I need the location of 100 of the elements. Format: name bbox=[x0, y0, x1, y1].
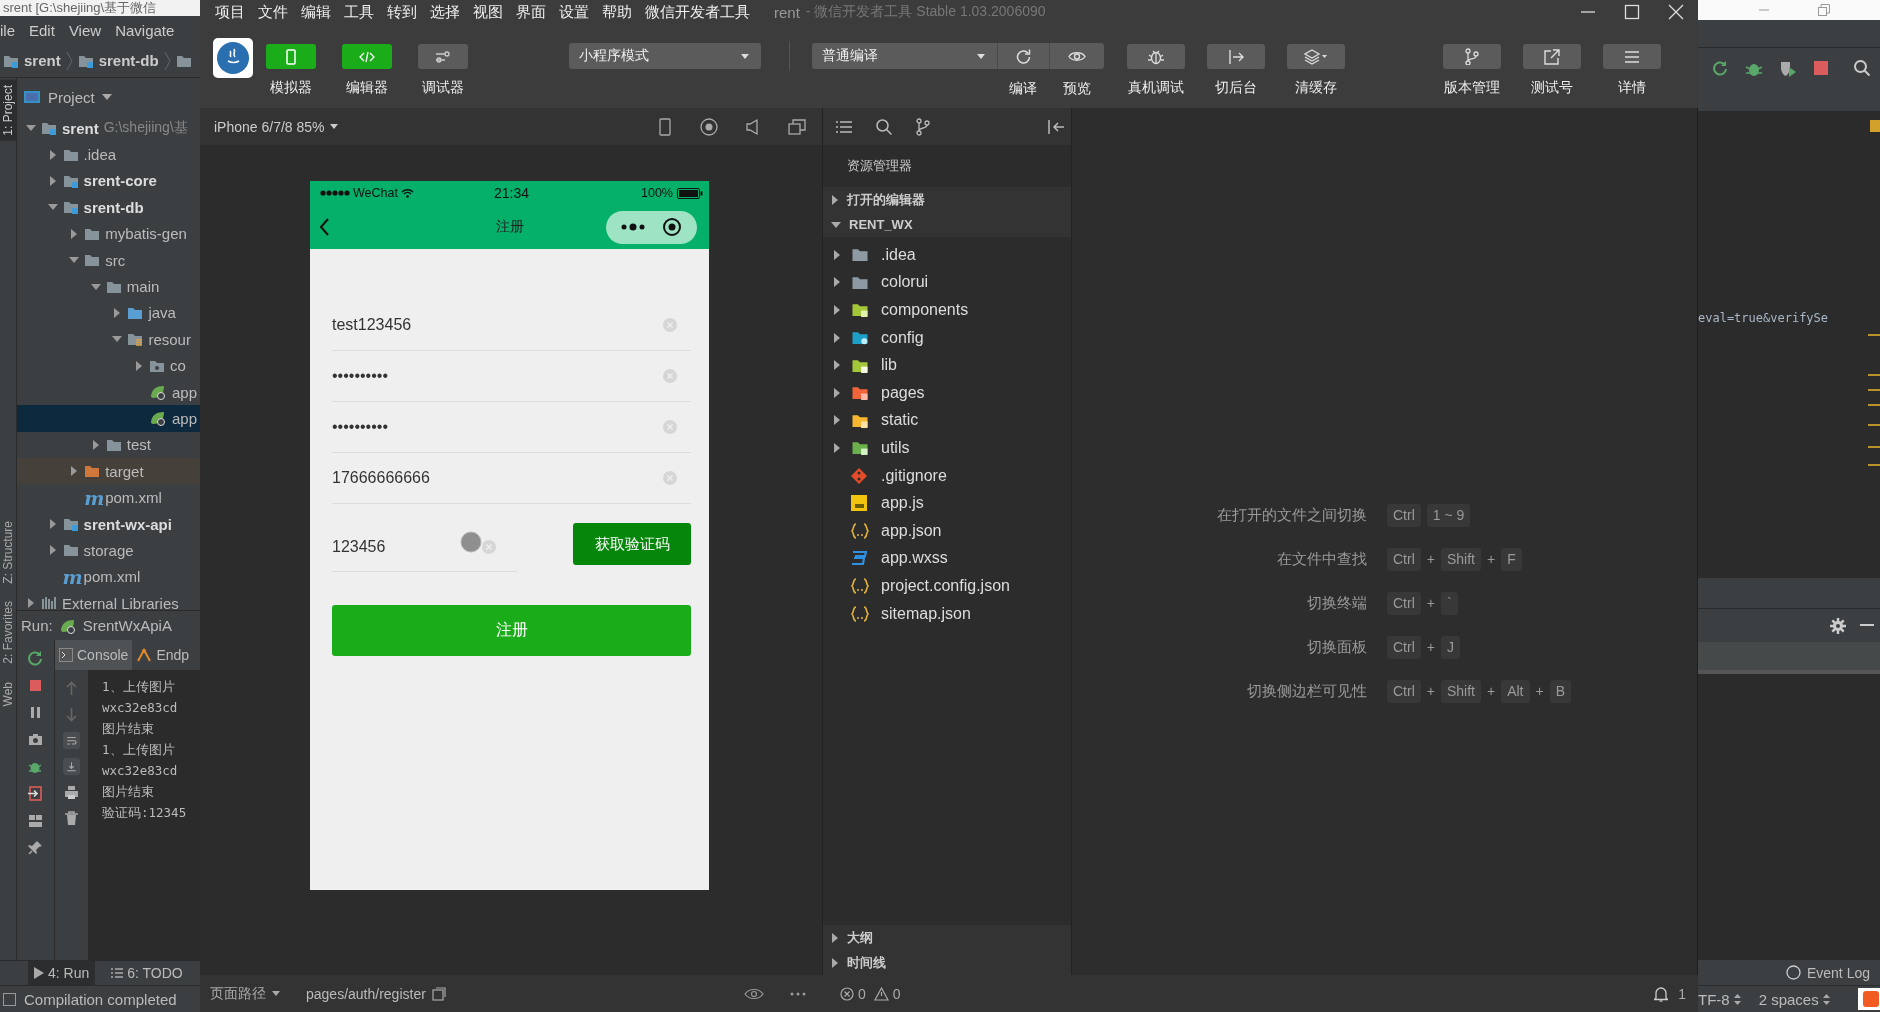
file-item[interactable]: static bbox=[881, 411, 919, 430]
file-item[interactable]: utils bbox=[881, 438, 910, 457]
menu-item[interactable]: 微信开发者工具 bbox=[645, 2, 750, 22]
file-item[interactable]: .idea bbox=[881, 245, 916, 264]
collapse-panel-icon[interactable] bbox=[1047, 118, 1065, 135]
tree-row[interactable]: main bbox=[17, 273, 200, 300]
tree-arrow-icon[interactable] bbox=[27, 598, 35, 609]
record-icon[interactable] bbox=[700, 117, 718, 136]
file-item[interactable]: sitemap.json bbox=[881, 604, 971, 623]
phone-icon[interactable] bbox=[656, 117, 674, 136]
rerun-icon[interactable] bbox=[27, 650, 44, 667]
tree-arrow-icon[interactable] bbox=[48, 149, 57, 160]
camera-icon[interactable] bbox=[27, 731, 44, 748]
section-header[interactable]: 大纲 bbox=[823, 925, 1071, 950]
tree-row[interactable]: srent-wx-api bbox=[17, 510, 200, 538]
back-icon[interactable] bbox=[320, 218, 330, 236]
side-tab[interactable]: Web bbox=[0, 677, 16, 712]
tree-row[interactable]: app bbox=[17, 405, 200, 432]
tree-arrow-icon[interactable] bbox=[833, 415, 841, 426]
soft-wrap-icon[interactable] bbox=[63, 732, 80, 749]
tree-arrow-icon[interactable] bbox=[91, 439, 100, 450]
tree-row[interactable]: .idea bbox=[17, 141, 200, 168]
tree-arrow-icon[interactable] bbox=[833, 387, 841, 398]
minimize-icon[interactable] bbox=[1860, 624, 1874, 627]
section-header[interactable]: 时间线 bbox=[823, 950, 1071, 975]
tree-arrow-icon[interactable] bbox=[831, 932, 839, 943]
event-log-button[interactable]: Event Log bbox=[1806, 964, 1870, 981]
menu-item[interactable]: View bbox=[68, 21, 102, 39]
toolbar-button[interactable] bbox=[1049, 43, 1104, 69]
close-icon[interactable] bbox=[1668, 4, 1684, 20]
tree-arrow-icon[interactable] bbox=[69, 256, 80, 265]
search-icon[interactable] bbox=[1853, 59, 1871, 77]
side-tab[interactable]: 1: Project bbox=[0, 80, 16, 141]
side-tab[interactable]: 2: Favorites bbox=[0, 596, 16, 670]
tree-arrow-icon[interactable] bbox=[833, 360, 841, 371]
menu-item[interactable]: Navigate bbox=[115, 21, 175, 39]
menu-item[interactable]: 工具 bbox=[344, 2, 374, 22]
menu-item[interactable]: 项目 bbox=[215, 2, 245, 22]
file-item[interactable]: components bbox=[881, 301, 969, 319]
tree-arrow-icon[interactable] bbox=[135, 360, 143, 371]
tree-row[interactable]: src bbox=[17, 246, 200, 274]
file-item[interactable]: app.js bbox=[881, 494, 924, 513]
get-code-button[interactable]: 获取验证码 bbox=[573, 523, 691, 565]
input-field[interactable]: •••••••••• bbox=[332, 402, 691, 453]
bell-icon[interactable] bbox=[1654, 985, 1669, 1002]
menu-item[interactable]: ile bbox=[0, 21, 15, 39]
menu-item[interactable]: Edit bbox=[29, 21, 55, 39]
section-header[interactable]: RENT_WX bbox=[823, 212, 1071, 237]
restore-icon[interactable] bbox=[1818, 4, 1830, 16]
tool-window-tab[interactable]: 6: TODO bbox=[105, 960, 189, 986]
tree-row[interactable]: resour bbox=[17, 326, 200, 353]
toolbar-button[interactable] bbox=[1603, 44, 1661, 69]
tree-arrow-icon[interactable] bbox=[48, 175, 57, 186]
indent-selector[interactable]: 2 spaces bbox=[1758, 990, 1819, 1008]
device-selector[interactable]: iPhone 6/7/8 85% bbox=[214, 118, 338, 135]
file-item[interactable]: config bbox=[881, 328, 924, 347]
tree-arrow-icon[interactable] bbox=[833, 305, 841, 315]
tree-row[interactable]: storage bbox=[17, 537, 200, 564]
menu-item[interactable]: 转到 bbox=[387, 2, 417, 22]
menu-item[interactable]: 界面 bbox=[516, 2, 546, 22]
tree-arrow-icon[interactable] bbox=[112, 335, 123, 344]
tree-arrow-icon[interactable] bbox=[833, 442, 841, 453]
copy-icon[interactable] bbox=[431, 986, 446, 1001]
menu-item[interactable]: 文件 bbox=[258, 2, 288, 22]
mode-dropdown[interactable]: 小程序模式 bbox=[569, 43, 761, 69]
tool-window-tab[interactable]: 4: Run bbox=[28, 960, 96, 986]
file-item[interactable]: app.json bbox=[881, 521, 942, 540]
toolbar-button[interactable] bbox=[1523, 44, 1581, 69]
view-toggle-button[interactable] bbox=[342, 44, 392, 69]
tree-arrow-icon[interactable] bbox=[48, 519, 57, 530]
menu-item[interactable]: 选择 bbox=[430, 2, 460, 22]
tree-row[interactable]: test bbox=[17, 431, 200, 459]
run-config-tab[interactable]: SrentWxApiA bbox=[82, 617, 172, 634]
layout-icon[interactable] bbox=[27, 812, 44, 829]
tree-row[interactable]: mpom.xml bbox=[17, 563, 200, 591]
windows-icon[interactable] bbox=[788, 117, 806, 136]
eye-icon[interactable] bbox=[744, 987, 764, 1000]
more-icon[interactable] bbox=[790, 991, 806, 996]
tree-arrow-icon[interactable] bbox=[48, 545, 57, 556]
capsule-menu[interactable] bbox=[606, 210, 697, 244]
search-icon[interactable] bbox=[875, 117, 893, 136]
tree-arrow-icon[interactable] bbox=[831, 957, 839, 968]
side-tab[interactable]: Z: Structure bbox=[0, 515, 16, 589]
file-item[interactable]: .gitignore bbox=[881, 466, 947, 485]
tree-row[interactable]: External Libraries bbox=[17, 590, 200, 610]
tree-row[interactable]: java bbox=[17, 299, 200, 327]
tree-arrow-icon[interactable] bbox=[70, 466, 79, 477]
toolbar-button[interactable] bbox=[997, 43, 1049, 69]
tree-arrow-icon[interactable] bbox=[833, 332, 841, 343]
toolbar-button[interactable] bbox=[1443, 44, 1501, 69]
toolbar-button[interactable] bbox=[1127, 44, 1185, 69]
tree-arrow-icon[interactable] bbox=[831, 220, 841, 229]
tree-arrow-icon[interactable] bbox=[26, 124, 36, 133]
tree-row[interactable]: target bbox=[17, 458, 200, 485]
tree-row[interactable]: srent-core bbox=[17, 167, 200, 195]
console-tab[interactable]: Endp bbox=[132, 640, 194, 670]
console-tab[interactable]: Console bbox=[55, 640, 133, 670]
breadcrumb-item[interactable]: srent bbox=[24, 52, 61, 69]
page-path-selector[interactable]: 页面路径 bbox=[210, 984, 266, 1003]
breadcrumb-item[interactable]: srent-db bbox=[98, 52, 159, 69]
